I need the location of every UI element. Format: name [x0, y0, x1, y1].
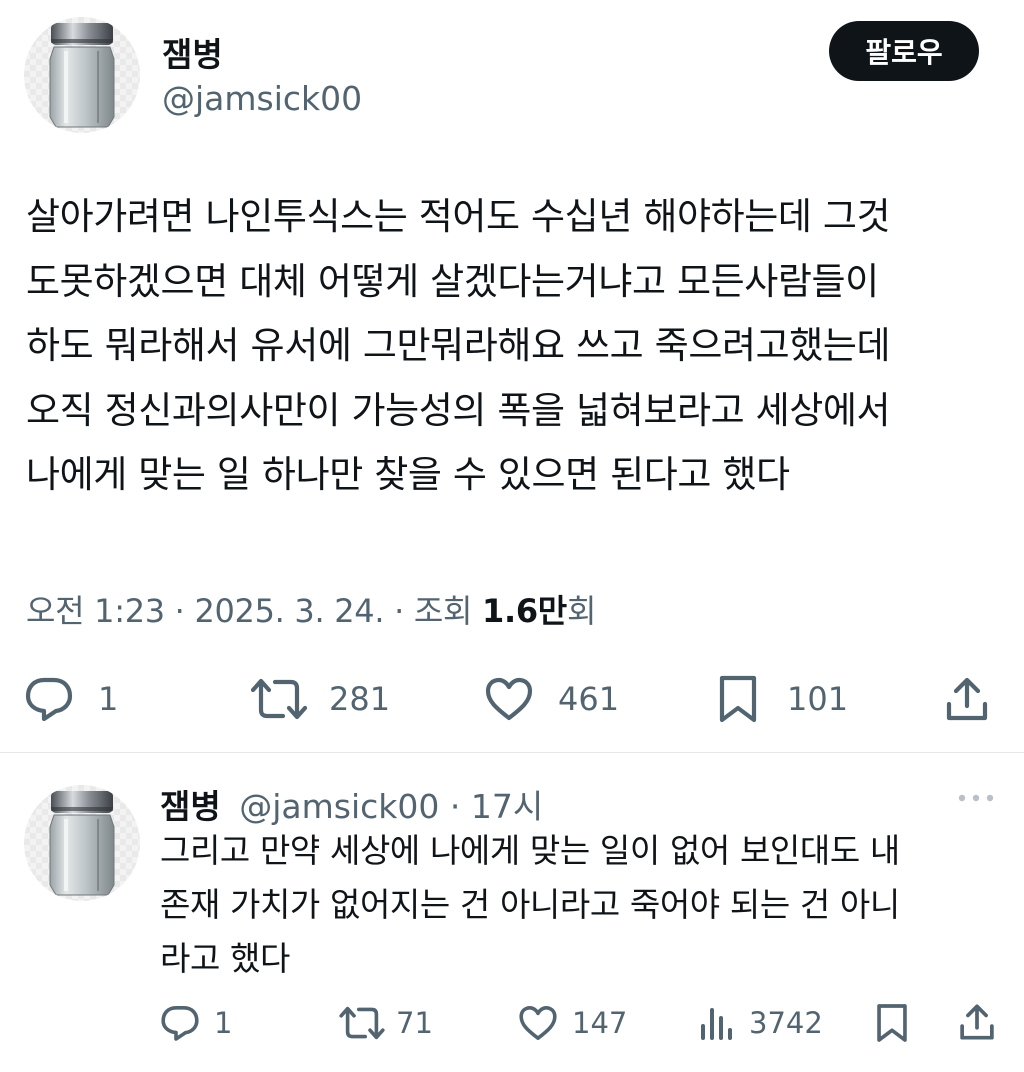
reply-views-count: 3742 [749, 1006, 823, 1040]
reply-views-button[interactable]: 3742 [697, 1004, 823, 1042]
reply-icon [25, 677, 73, 722]
meta-separator: · [439, 787, 471, 826]
reply-time[interactable]: 17시 [471, 787, 543, 826]
analytics-icon [701, 1008, 732, 1040]
reply-avatar[interactable] [24, 785, 140, 901]
jar-icon [49, 791, 115, 896]
reply-text-line: 그리고 만약 세상에 나에게 맞는 일이 없어 보인대도 내 [160, 831, 900, 870]
reply-header: 잼병 @jamsick00 · 17시 [160, 780, 543, 828]
reply-text: 그리고 만약 세상에 나에게 맞는 일이 없어 보인대도 내 존재 가치가 없어… [160, 824, 1010, 986]
reply-bookmark-button[interactable] [875, 1002, 909, 1044]
reply-retweet-button[interactable]: 71 [338, 1004, 433, 1042]
divider [0, 752, 1024, 753]
meta-separator: · [164, 592, 195, 630]
reply-like-button[interactable]: 147 [518, 1004, 627, 1042]
more-button[interactable] [956, 788, 996, 812]
reply-retweet-count: 71 [396, 1006, 433, 1040]
jar-icon [49, 23, 115, 128]
tweet-text-line: 살아가려면 나인투식스는 적어도 수십년 해야하는데 그것 [26, 195, 891, 238]
more-icon [958, 794, 994, 802]
reply-text-line: 라고 했다 [160, 939, 290, 978]
follow-button[interactable]: 팔로우 [829, 21, 979, 81]
author-name[interactable]: 잼병 [162, 28, 223, 76]
reply-author-name[interactable]: 잼병 [160, 787, 221, 826]
like-count: 461 [558, 680, 620, 718]
reply-text-line: 존재 가치가 없어지는 건 아니라고 죽어야 되는 건 아니 [160, 885, 900, 924]
reply-button[interactable]: 1 [24, 676, 118, 722]
bookmark-button[interactable]: 101 [717, 674, 848, 724]
heart-icon [519, 1006, 557, 1040]
meta-separator: · [384, 592, 414, 630]
views-suffix: 회 [566, 592, 597, 630]
retweet-icon [339, 1006, 385, 1040]
tweet-text-line: 도못하겠으면 대체 어떻게 살겠다는거냐고 모든사람들이 [26, 259, 879, 303]
reply-reply-count: 1 [214, 1006, 233, 1040]
retweet-icon [250, 678, 308, 720]
tweet-date[interactable]: 2025. 3. 24. [194, 592, 384, 630]
retweet-count: 281 [329, 680, 391, 718]
heart-icon [485, 677, 533, 721]
tweet-time[interactable]: 오전 1:23 [26, 592, 165, 630]
share-icon [946, 677, 988, 721]
views-count: 1.6만 [482, 592, 567, 630]
tweet-text-line: 하도 뭐라해서 유서에 그만뭐라해요 쓰고 죽으려고했는데 [26, 324, 891, 367]
share-button[interactable] [944, 676, 990, 722]
bookmark-icon [719, 675, 757, 723]
share-icon [960, 1004, 994, 1040]
retweet-button[interactable]: 281 [249, 676, 390, 722]
avatar[interactable] [24, 17, 140, 133]
reply-icon [161, 1006, 199, 1041]
reply-reply-button[interactable]: 1 [160, 1004, 232, 1042]
tweet-text-line: 나에게 맞는 일 하나만 찾을 수 있으면 된다고 했다 [26, 453, 790, 496]
reply-author-handle[interactable]: @jamsick00 [239, 787, 439, 826]
like-button[interactable]: 461 [484, 676, 619, 722]
reply-like-count: 147 [572, 1006, 628, 1040]
bookmark-icon [877, 1004, 907, 1042]
reply-share-button[interactable] [958, 1003, 996, 1041]
tweet-meta: 오전 1:23 · 2025. 3. 24. · 조회 1.6만회 [26, 586, 596, 632]
tweet-text: 살아가려면 나인투식스는 적어도 수십년 해야하는데 그것 도못하겠으면 대체 … [26, 185, 1016, 508]
bookmark-count: 101 [787, 680, 849, 718]
author-handle[interactable]: @jamsick00 [162, 79, 362, 118]
tweet-text-line: 오직 정신과의사만이 가능성의 폭을 넓혀보라고 세상에서 [26, 388, 891, 432]
views-label: 조회 [413, 592, 482, 630]
reply-count: 1 [98, 680, 119, 718]
